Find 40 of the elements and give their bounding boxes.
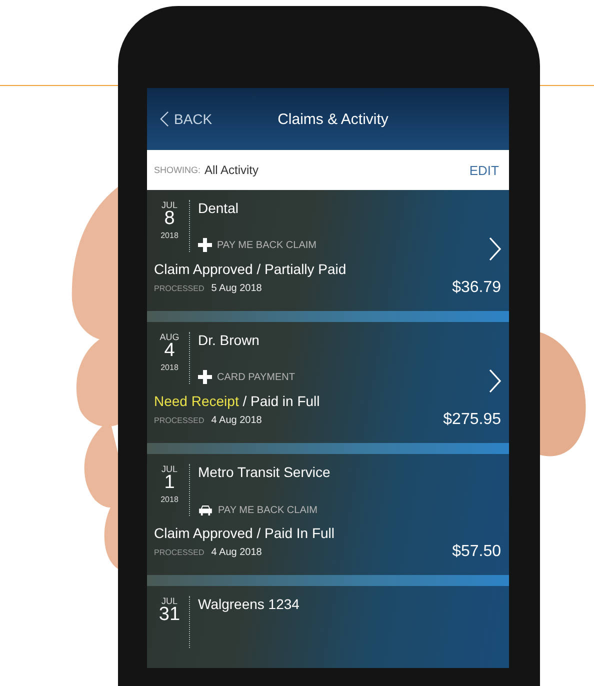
date-month: JUL — [161, 596, 178, 606]
edit-button[interactable]: EDIT — [469, 162, 499, 178]
back-chevron-icon — [160, 111, 169, 127]
date-month: JUL — [161, 200, 178, 210]
activity-amount: $57.50 — [452, 543, 501, 561]
activity-title: Walgreens 1234 — [198, 596, 300, 612]
processed-label: PROCESSED — [154, 548, 204, 556]
cross-icon — [198, 238, 212, 252]
processed-date: 5 Aug 2018 — [211, 282, 262, 294]
car-icon — [198, 505, 213, 516]
activity-type: CARD PAYMENT — [217, 372, 295, 382]
activity-title: Dental — [198, 200, 240, 216]
activity-type: PAY ME BACK CLAIM — [217, 240, 316, 250]
date-year: 2018 — [160, 363, 178, 372]
filter-label: SHOWING: — [154, 165, 200, 175]
date-day: 4 — [164, 342, 175, 360]
activity-status: Claim Approved / Partially Paid — [154, 261, 348, 277]
filter-value: All Activity — [204, 163, 259, 177]
activity-amount: $36.79 — [452, 279, 501, 297]
date-day: 8 — [164, 210, 175, 228]
date-year: 2018 — [160, 231, 178, 240]
processed-label: PROCESSED — [154, 416, 204, 424]
activity-title: Dr. Brown — [198, 332, 260, 348]
back-button[interactable]: BACK — [147, 111, 212, 127]
activity-status: Claim Approved / Paid In Full — [154, 525, 336, 541]
activity-title: Metro Transit Service — [198, 464, 332, 480]
processed-date: 4 Aug 2018 — [211, 546, 262, 558]
activity-card[interactable]: JUL 8 2018 Dental PAY ME BACK CLAIM Claim Approved / Partially Paid PROCESSED 5 Aug 2018 $36.79 — [147, 190, 509, 311]
activity-type: PAY ME BACK CLAIM — [218, 505, 318, 516]
date-year: 2018 — [160, 495, 178, 504]
processed-label: PROCESSED — [154, 284, 204, 292]
activity-card[interactable]: JUL 1 2018 Metro Transit Service PAY ME BACK CLAIM Claim Approved / Paid In Full PROCESSED 4 Aug 2018 $57.50 — [147, 454, 509, 575]
date-month: AUG — [160, 332, 180, 342]
date-day: 31 — [158, 606, 180, 624]
date-month: JUL — [161, 464, 178, 474]
activity-status: Need Receipt / Paid in Full — [154, 393, 321, 409]
activity-amount: $275.95 — [443, 411, 501, 429]
processed-date: 4 Aug 2018 — [211, 414, 262, 426]
cross-icon — [198, 370, 212, 384]
date-day: 1 — [164, 474, 175, 492]
